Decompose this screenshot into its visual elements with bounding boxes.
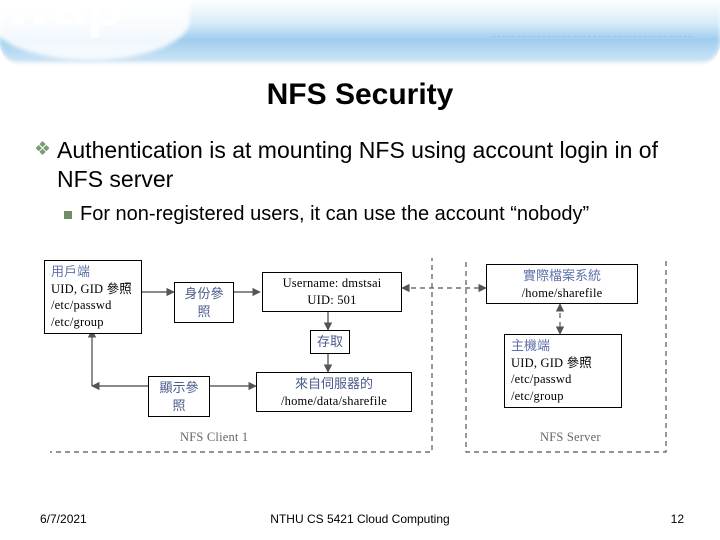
body: ❖ Authentication is at mounting NFS usin… (34, 136, 694, 227)
nfs-server-label: NFS Server (540, 430, 601, 445)
id-ref-box: 身份參照 (174, 282, 234, 323)
filesys-header: 實際檔案系統 (493, 267, 631, 285)
header-banner: wap (0, 0, 720, 66)
filesys-line-1: /home/sharefile (493, 285, 631, 302)
client-header: 用戶端 (51, 263, 135, 281)
display-ref-text: 顯示參照 (159, 380, 198, 413)
footer-course: NTHU CS 5421 Cloud Computing (0, 512, 720, 526)
host-line-2: /etc/passwd (511, 371, 615, 388)
bullet-1-text: Authentication is at mounting NFS using … (57, 136, 694, 194)
id-ref-text: 身份參照 (184, 286, 223, 319)
client-line-1: UID, GID 參照 (51, 281, 135, 298)
host-line-1: UID, GID 參照 (511, 355, 615, 372)
host-line-3: /etc/group (511, 388, 615, 405)
client-box: 用戶端 UID, GID 參照 /etc/passwd /etc/group (44, 260, 142, 334)
from-server-box: 來自伺服器的 /home/data/sharefile (256, 372, 412, 412)
footer: 6/7/2021 NTHU CS 5421 Cloud Computing 12 (0, 512, 720, 530)
nfs-client-label: NFS Client 1 (180, 430, 248, 445)
slide: wap NFS Security ❖ Authentication is at … (0, 0, 720, 540)
bullet-level-2: For non-registered users, it can use the… (64, 202, 694, 227)
client-line-3: /etc/group (51, 314, 135, 331)
filesys-box: 實際檔案系統 /home/sharefile (486, 264, 638, 304)
access-text: 存取 (317, 334, 343, 349)
footer-page-number: 12 (671, 512, 684, 526)
nfs-diagram: 用戶端 UID, GID 參照 /etc/passwd /etc/group 身… (50, 258, 670, 468)
bullet-level-1: ❖ Authentication is at mounting NFS usin… (34, 136, 694, 194)
bullet-2-text: For non-registered users, it can use the… (80, 202, 589, 227)
client-line-2: /etc/passwd (51, 297, 135, 314)
user-line-1: Username: dmstsai (269, 275, 395, 292)
from-server-line-1: 來自伺服器的 (263, 375, 405, 393)
display-ref-box: 顯示參照 (148, 376, 210, 417)
decor-text: wap (6, 0, 125, 39)
slide-title: NFS Security (0, 78, 720, 112)
square-bullet-icon (64, 211, 72, 219)
host-header: 主機端 (511, 337, 615, 355)
host-box: 主機端 UID, GID 參照 /etc/passwd /etc/group (504, 334, 622, 408)
diamond-bullet-icon: ❖ (34, 136, 51, 164)
user-box: Username: dmstsai UID: 501 (262, 272, 402, 312)
from-server-line-2: /home/data/sharefile (263, 393, 405, 410)
access-box: 存取 (310, 330, 350, 354)
user-line-2: UID: 501 (269, 292, 395, 309)
